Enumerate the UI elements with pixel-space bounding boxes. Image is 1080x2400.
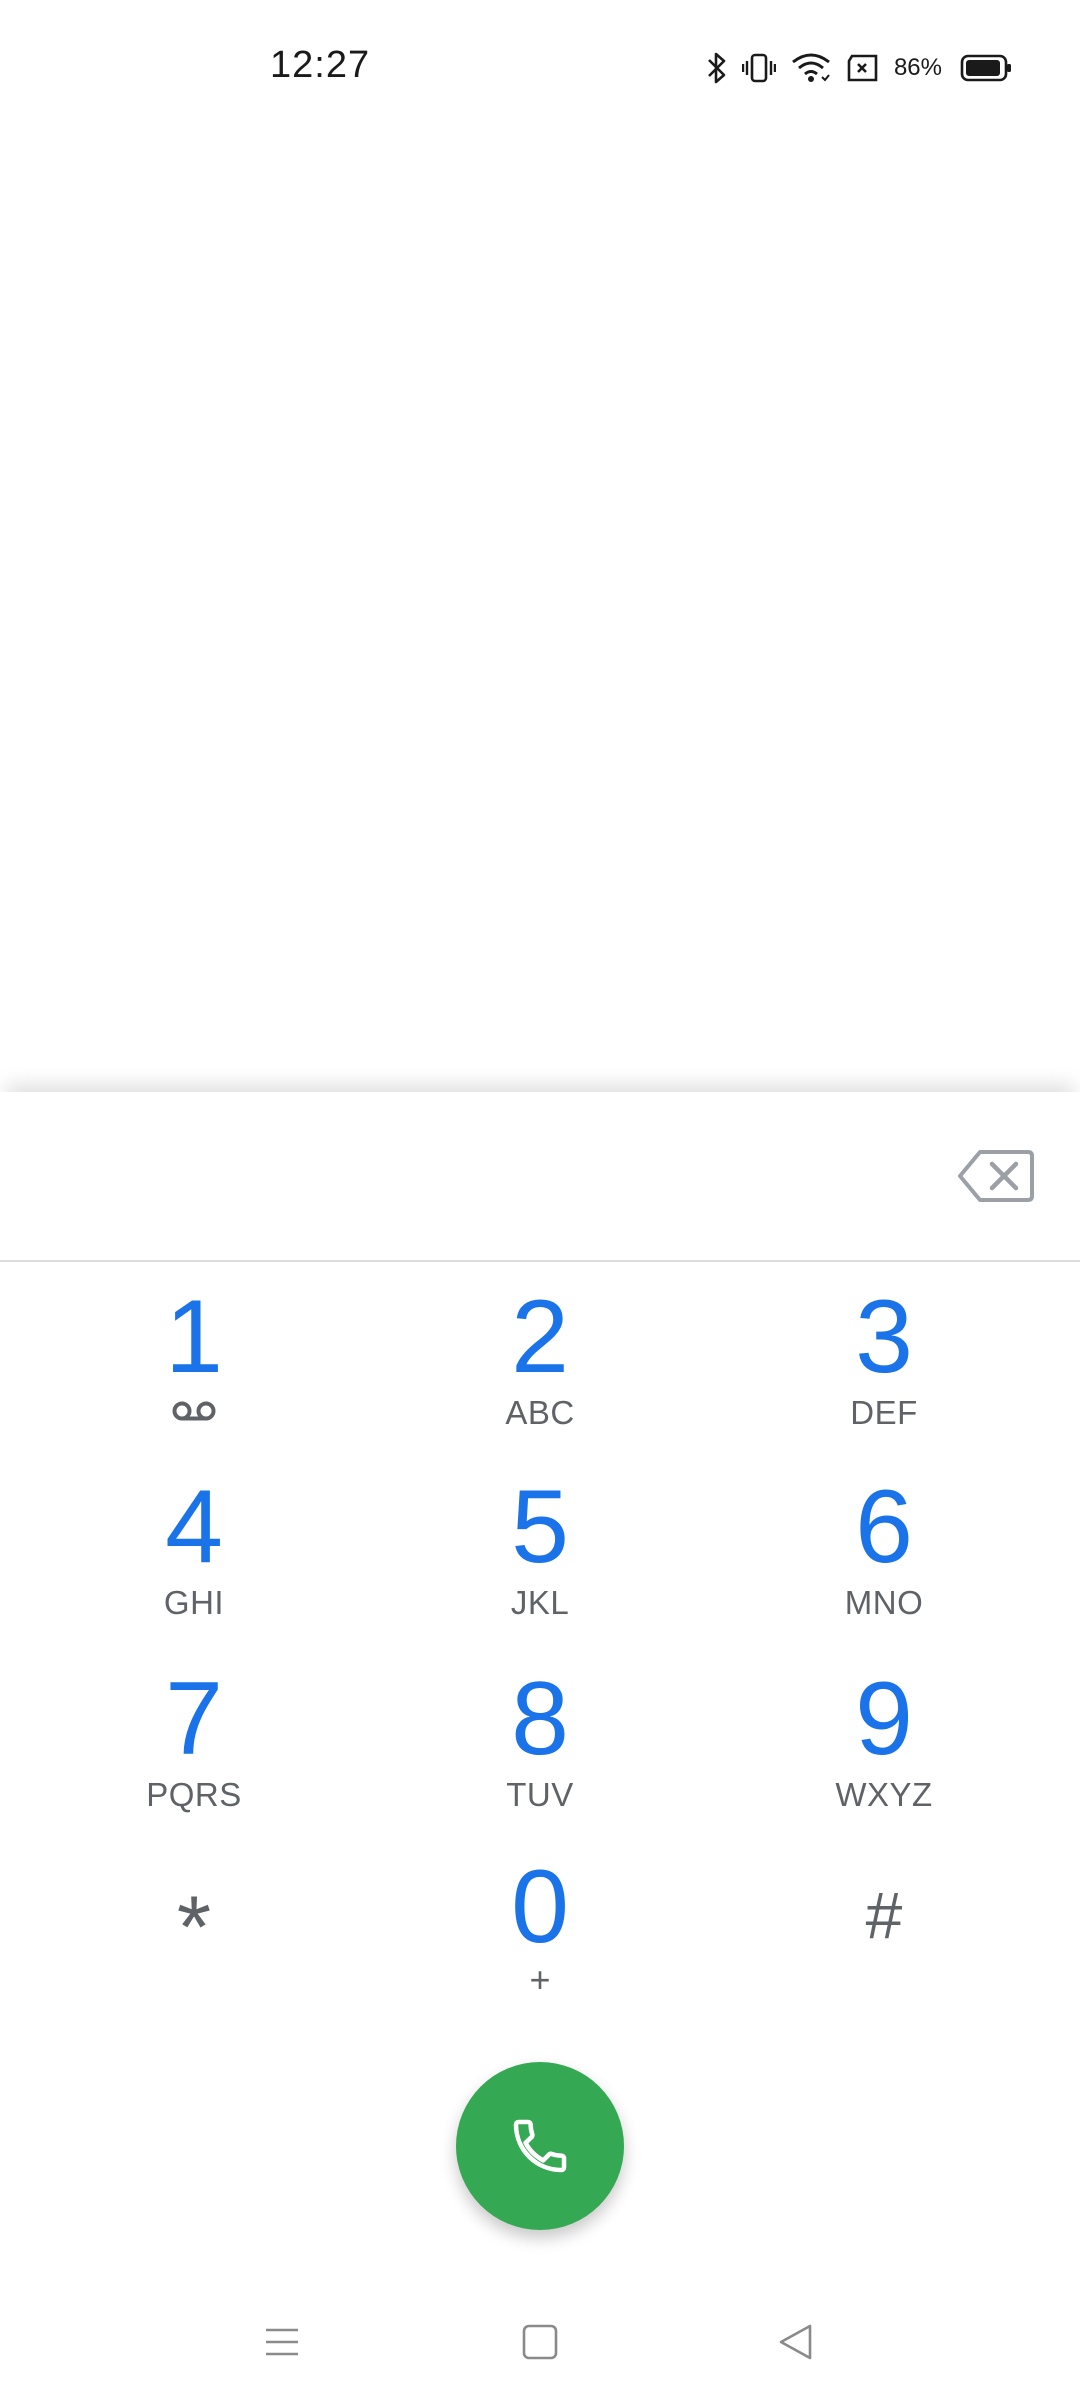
key-3[interactable]: 3 DEF [754, 1282, 1014, 1462]
status-time: 12:27 [270, 44, 371, 86]
key-digit: 8 [511, 1661, 569, 1777]
digits-display[interactable] [40, 1142, 920, 1212]
key-digit: 6 [855, 1469, 913, 1585]
backspace-button[interactable] [956, 1146, 1036, 1206]
key-letters: ABC [505, 1394, 575, 1431]
call-button[interactable] [456, 2062, 624, 2230]
back-button[interactable] [766, 2312, 826, 2372]
key-letters: JKL [510, 1584, 570, 1621]
status-icons: 86% [706, 48, 1012, 88]
key-8[interactable]: 8 TUV [410, 1664, 670, 1844]
key-digit: 1 [165, 1279, 223, 1395]
bluetooth-icon [706, 51, 728, 85]
key-star[interactable]: * [64, 1872, 324, 2052]
key-letters: DEF [850, 1394, 918, 1431]
battery-icon [960, 53, 1012, 83]
key-letters: MNO [844, 1584, 924, 1621]
key-digit: 4 [165, 1469, 223, 1585]
key-letters: WXYZ [835, 1776, 933, 1813]
navigation-bar [0, 2282, 1080, 2400]
key-digit: # [865, 1878, 903, 1952]
home-button[interactable] [510, 2312, 570, 2372]
key-digit: 2 [511, 1279, 569, 1395]
key-4[interactable]: 4 GHI [64, 1472, 324, 1652]
key-letters: + [529, 1959, 551, 2000]
sim-card-icon [846, 53, 880, 83]
content-area [0, 140, 1080, 1070]
key-letters: TUV [506, 1776, 574, 1813]
phone-icon [513, 2119, 567, 2173]
wifi-icon [790, 51, 832, 85]
battery-percent: 86% [893, 54, 942, 81]
key-1[interactable]: 1 [64, 1282, 324, 1462]
back-icon [779, 2324, 812, 2360]
key-0[interactable]: 0 + [410, 1852, 670, 2032]
key-digit: 3 [855, 1279, 913, 1395]
vibrate-icon [741, 51, 776, 85]
menu-button[interactable] [252, 2312, 312, 2372]
key-5[interactable]: 5 JKL [410, 1472, 670, 1652]
key-6[interactable]: 6 MNO [754, 1472, 1014, 1652]
key-9[interactable]: 9 WXYZ [754, 1664, 1014, 1844]
key-hash[interactable]: # [754, 1860, 1014, 2040]
key-letters: GHI [163, 1584, 225, 1621]
digits-row [0, 1092, 1080, 1262]
home-icon [522, 2324, 558, 2360]
menu-icon [266, 2328, 298, 2356]
key-digit: 5 [511, 1469, 569, 1585]
key-2[interactable]: 2 ABC [410, 1282, 670, 1462]
dialer-screen: 12:27 86% 1 2 ABC 3 DEF 4 GHI 5 JKL 6 MN… [0, 0, 1080, 2400]
status-bar: 12:27 86% [0, 0, 1080, 140]
key-letters: PQRS [146, 1776, 242, 1813]
key-digit: 0 [511, 1849, 569, 1965]
backspace-icon [958, 1150, 1034, 1202]
key-digit: 7 [165, 1661, 223, 1777]
voicemail-icon [171, 1400, 217, 1427]
key-digit: * [176, 1877, 212, 1976]
key-digit: 9 [855, 1661, 913, 1777]
key-7[interactable]: 7 PQRS [64, 1664, 324, 1844]
